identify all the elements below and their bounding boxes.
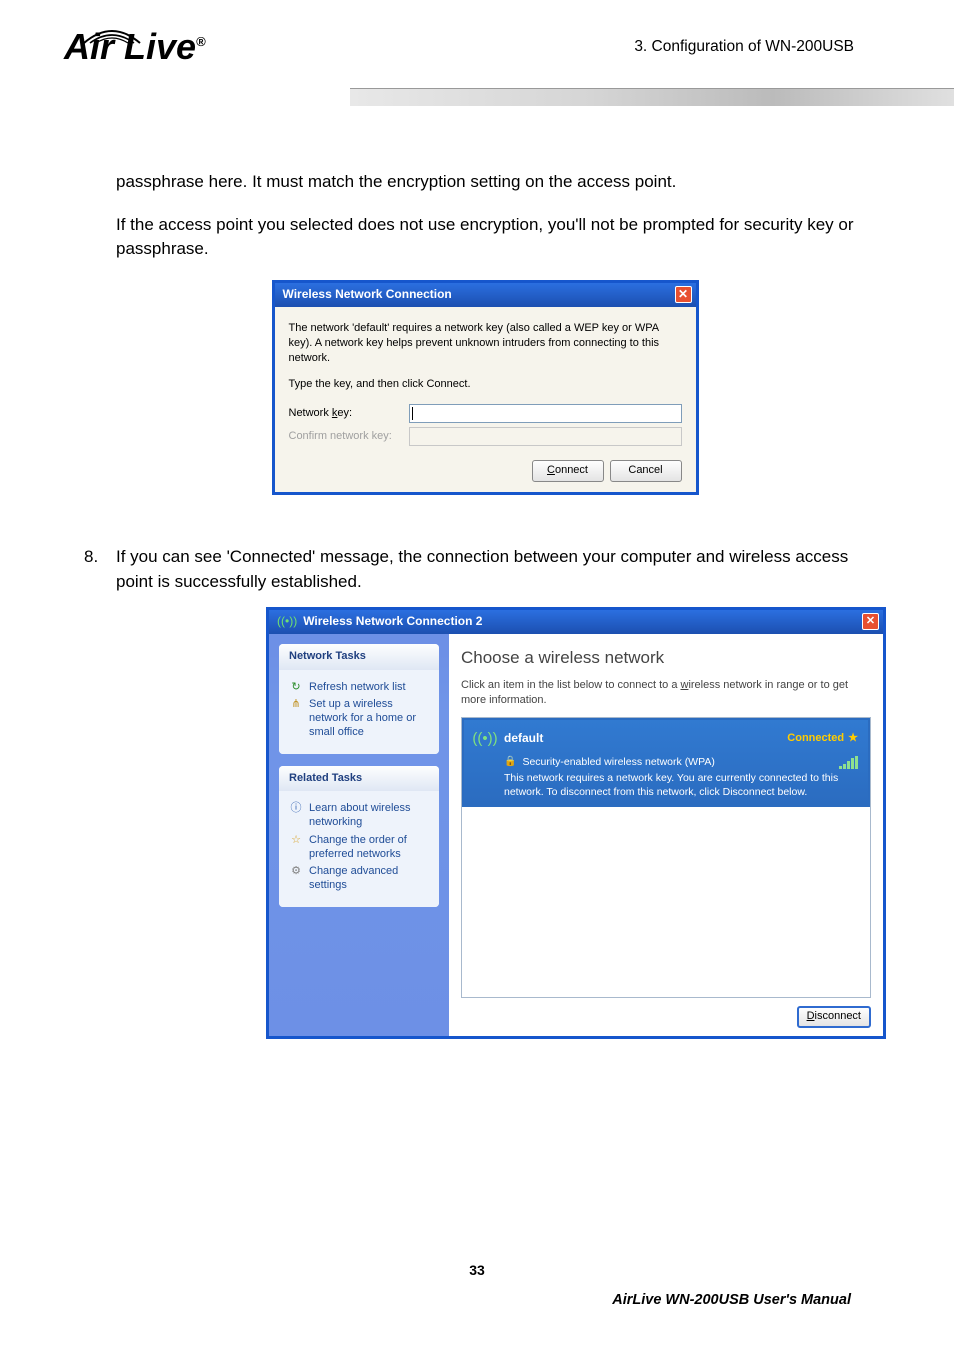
dialog-titlebar[interactable]: Wireless Network Connection ✕ bbox=[275, 283, 696, 307]
gear-icon: ⚙ bbox=[289, 865, 303, 879]
setup-wireless-network[interactable]: ⋔ Set up a wireless network for a home o… bbox=[289, 698, 429, 739]
network-key-dialog: Wireless Network Connection ✕ The networ… bbox=[272, 280, 699, 495]
network-description: This network requires a network key. You… bbox=[504, 772, 858, 799]
star-icon: ☆ bbox=[289, 834, 303, 848]
signal-strength-icon bbox=[839, 756, 858, 769]
close-button[interactable]: ✕ bbox=[862, 613, 879, 630]
pane-heading: Choose a wireless network bbox=[461, 646, 871, 671]
confirm-key-input bbox=[409, 427, 682, 446]
label-network-key: Network key: bbox=[289, 406, 409, 422]
pane-subtext: Click an item in the list below to conne… bbox=[461, 678, 871, 707]
paragraph-noencryption: If the access point you selected does no… bbox=[116, 213, 854, 262]
step-number: 8. bbox=[84, 545, 116, 594]
breadcrumb: 3. Configuration of WN-200USB bbox=[634, 38, 854, 56]
manual-title: AirLive WN-200USB User's Manual bbox=[612, 1292, 851, 1308]
security-line: Security-enabled wireless network (WPA) bbox=[522, 755, 714, 770]
tasks-sidebar: Network Tasks ↻ Refresh network list ⋔ S… bbox=[269, 634, 449, 1036]
step-text: If you can see 'Connected' message, the … bbox=[116, 545, 854, 594]
group-header: Network Tasks bbox=[279, 644, 439, 670]
disconnect-button[interactable]: Disconnect bbox=[797, 1006, 871, 1028]
learn-wireless[interactable]: ⓘ Learn about wireless networking bbox=[289, 802, 429, 830]
header-divider bbox=[350, 88, 954, 106]
close-icon: ✕ bbox=[866, 614, 875, 630]
related-tasks-group: Related Tasks ⓘ Learn about wireless net… bbox=[279, 766, 439, 907]
main-pane: Choose a wireless network Click an item … bbox=[449, 634, 883, 1036]
cancel-button[interactable]: Cancel bbox=[610, 460, 682, 482]
advanced-settings[interactable]: ⚙ Change advanced settings bbox=[289, 865, 429, 893]
info-icon: ⓘ bbox=[289, 802, 303, 816]
network-tasks-group: Network Tasks ↻ Refresh network list ⋔ S… bbox=[279, 644, 439, 754]
connect-button[interactable]: Connect bbox=[532, 460, 604, 482]
change-order[interactable]: ☆ Change the order of preferred networks bbox=[289, 834, 429, 862]
dialog-description: The network 'default' requires a network… bbox=[289, 321, 682, 366]
close-icon: ✕ bbox=[678, 286, 688, 303]
wireless-connection-window: ((•)) Wireless Network Connection 2 ✕ Ne… bbox=[266, 607, 886, 1039]
refresh-network-list[interactable]: ↻ Refresh network list bbox=[289, 681, 429, 695]
label-confirm-key: Confirm network key: bbox=[289, 429, 409, 445]
network-list[interactable]: ((•)) default Connected ★ 🔒 Security-ena… bbox=[461, 717, 871, 998]
network-key-input[interactable] bbox=[409, 404, 682, 423]
connection-status: Connected ★ bbox=[787, 731, 858, 747]
window-titlebar[interactable]: ((•)) Wireless Network Connection 2 ✕ bbox=[269, 610, 883, 634]
wireless-icon: ((•)) bbox=[277, 613, 297, 630]
antenna-icon: ((•)) bbox=[472, 726, 498, 752]
window-title: Wireless Network Connection 2 bbox=[303, 613, 482, 630]
antenna-icon: ⋔ bbox=[289, 698, 303, 712]
lock-icon: 🔒 bbox=[504, 755, 516, 770]
brand-logo: Air Live® bbox=[64, 26, 206, 68]
network-ssid: default bbox=[504, 730, 787, 747]
page-number: 33 bbox=[0, 1262, 954, 1278]
registered-mark: ® bbox=[196, 34, 206, 49]
star-icon: ★ bbox=[848, 731, 858, 747]
group-header: Related Tasks bbox=[279, 766, 439, 792]
network-item-default[interactable]: ((•)) default Connected ★ 🔒 Security-ena… bbox=[462, 718, 870, 808]
dialog-title: Wireless Network Connection bbox=[283, 286, 452, 303]
close-button[interactable]: ✕ bbox=[675, 286, 692, 303]
logo-text: Air Live bbox=[64, 26, 196, 67]
refresh-icon: ↻ bbox=[289, 681, 303, 695]
paragraph-passphrase: passphrase here. It must match the encry… bbox=[116, 170, 854, 195]
dialog-hint: Type the key, and then click Connect. bbox=[289, 377, 682, 392]
